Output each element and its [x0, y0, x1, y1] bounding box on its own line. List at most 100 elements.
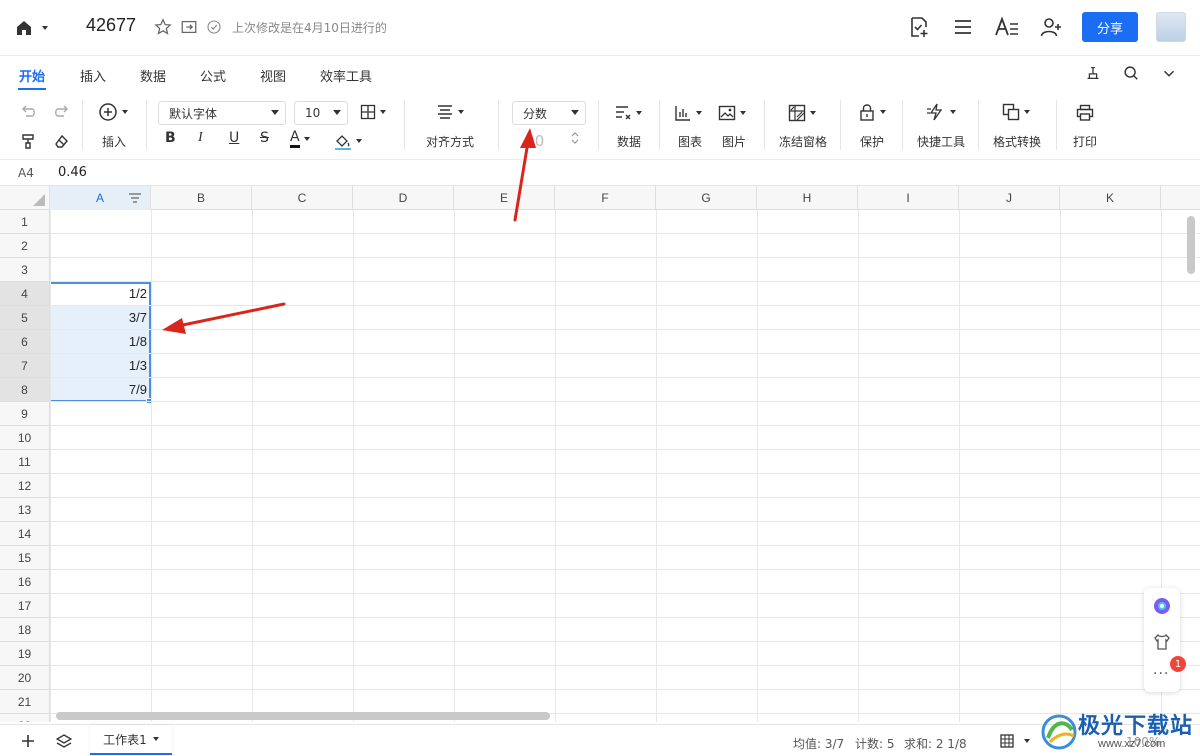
decimal-places-field[interactable]: .0 [530, 132, 544, 150]
strikethrough-button[interactable]: S [260, 130, 269, 146]
row-header-18[interactable]: 18 [0, 618, 50, 642]
move-to-folder-icon[interactable] [180, 18, 198, 36]
more-icon[interactable]: ··· [1153, 666, 1169, 682]
task-add-icon[interactable] [906, 14, 932, 40]
bold-button[interactable]: B [165, 130, 176, 146]
tab-formula[interactable]: 公式 [200, 66, 226, 85]
row-header-1[interactable]: 1 [0, 210, 50, 234]
ai-assistant-icon[interactable] [1152, 596, 1172, 616]
chevron-down-icon[interactable] [152, 737, 159, 741]
column-header-h[interactable]: H [757, 186, 858, 210]
freeze-label[interactable]: 冻结窗格 [779, 133, 827, 150]
redo-icon[interactable] [52, 104, 70, 120]
column-header-k[interactable]: K [1060, 186, 1161, 210]
column-header-g[interactable]: G [656, 186, 757, 210]
data-label[interactable]: 数据 [617, 133, 641, 150]
picture-dropdown[interactable] [718, 104, 746, 122]
row-header-17[interactable]: 17 [0, 594, 50, 618]
row-header-16[interactable]: 16 [0, 570, 50, 594]
row-header-13[interactable]: 13 [0, 498, 50, 522]
collapse-ribbon-icon[interactable] [1160, 64, 1178, 82]
filter-icon[interactable] [128, 192, 142, 204]
column-header-i[interactable]: I [858, 186, 959, 210]
tab-data[interactable]: 数据 [140, 66, 166, 85]
print-label[interactable]: 打印 [1073, 133, 1097, 150]
protect-label[interactable]: 保护 [860, 133, 884, 150]
undo-icon[interactable] [20, 104, 38, 120]
align-label[interactable]: 对齐方式 [426, 133, 474, 150]
sheet-tab[interactable]: 工作表1 [90, 725, 172, 755]
tab-home[interactable]: 开始 [19, 66, 45, 85]
stepper-icon[interactable] [571, 131, 579, 145]
row-header-2[interactable]: 2 [0, 234, 50, 258]
tab-insert[interactable]: 插入 [80, 66, 106, 85]
cell-reference-box[interactable]: A4 [18, 166, 34, 180]
star-icon[interactable] [154, 18, 172, 36]
picture-label[interactable]: 图片 [722, 133, 746, 150]
row-header-7[interactable]: 7 [0, 354, 50, 378]
number-format-select[interactable]: 分数 [512, 101, 586, 125]
align-dropdown[interactable] [436, 104, 464, 120]
italic-button[interactable]: I [198, 130, 203, 146]
add-collaborator-icon[interactable] [1038, 14, 1064, 40]
print-icon[interactable] [1076, 104, 1094, 122]
vertical-scrollbar[interactable] [1187, 216, 1195, 274]
format-convert-dropdown[interactable] [1002, 103, 1030, 121]
row-header-5[interactable]: 5 [0, 306, 50, 330]
view-mode-icon[interactable] [1000, 734, 1014, 748]
row-header-3[interactable]: 3 [0, 258, 50, 282]
insert-label[interactable]: 插入 [102, 133, 126, 150]
font-color-dropdown[interactable]: A [290, 130, 310, 148]
row-header-11[interactable]: 11 [0, 450, 50, 474]
add-sheet-icon[interactable] [20, 733, 36, 749]
select-all-corner[interactable] [0, 186, 50, 210]
column-header-a[interactable]: A [50, 186, 151, 210]
chart-dropdown[interactable] [674, 104, 702, 122]
row-header-19[interactable]: 19 [0, 642, 50, 666]
spreadsheet-grid[interactable]: ABCDEFGHIJK 1/2 3/7 1/8 1/3 7/9 1 2 3 4 5 6 7 8 9 10 1… [0, 186, 1200, 722]
format-convert-label[interactable]: 格式转换 [993, 133, 1041, 150]
quick-tools-dropdown[interactable] [926, 103, 956, 121]
row-header-21[interactable]: 21 [0, 690, 50, 714]
protect-dropdown[interactable] [858, 103, 886, 121]
sheet-list-icon[interactable] [56, 733, 72, 749]
home-button[interactable] [14, 16, 54, 40]
clear-format-icon[interactable] [52, 132, 70, 150]
horizontal-scrollbar[interactable] [56, 712, 550, 720]
insert-dropdown[interactable] [98, 102, 128, 122]
format-painter-icon[interactable] [20, 132, 38, 150]
column-header-f[interactable]: F [555, 186, 656, 210]
row-header-8[interactable]: 8 [0, 378, 50, 402]
share-button[interactable]: 分享 [1082, 12, 1138, 42]
column-header-c[interactable]: C [252, 186, 353, 210]
formula-input[interactable]: 0.46 [58, 165, 87, 180]
row-header-4[interactable]: 4 [0, 282, 50, 306]
avatar[interactable] [1156, 12, 1186, 42]
freeze-dropdown[interactable] [788, 104, 816, 122]
row-header-12[interactable]: 12 [0, 474, 50, 498]
column-header-e[interactable]: E [454, 186, 555, 210]
font-family-select[interactable]: 默认字体 [158, 101, 286, 125]
row-header-9[interactable]: 9 [0, 402, 50, 426]
underline-button[interactable]: U [229, 130, 239, 146]
column-header-b[interactable]: B [151, 186, 252, 210]
brush-icon[interactable] [1084, 64, 1102, 82]
border-dropdown[interactable] [360, 104, 386, 120]
font-size-select[interactable]: 10 [294, 101, 348, 125]
row-header-22[interactable]: 22 [0, 714, 50, 722]
tab-view[interactable]: 视图 [260, 66, 286, 85]
column-header-j[interactable]: J [959, 186, 1060, 210]
chevron-down-icon[interactable] [1024, 739, 1030, 743]
row-header-15[interactable]: 15 [0, 546, 50, 570]
row-header-6[interactable]: 6 [0, 330, 50, 354]
data-dropdown[interactable] [614, 104, 642, 122]
document-title[interactable]: 42677 [86, 15, 136, 36]
menu-icon[interactable] [950, 14, 976, 40]
search-icon[interactable] [1122, 64, 1140, 82]
fill-color-dropdown[interactable] [334, 132, 362, 150]
tab-efficiency-tools[interactable]: 效率工具 [320, 66, 372, 85]
column-header-d[interactable]: D [353, 186, 454, 210]
skin-icon[interactable] [1152, 632, 1172, 652]
quick-tools-label[interactable]: 快捷工具 [917, 133, 965, 150]
row-header-14[interactable]: 14 [0, 522, 50, 546]
